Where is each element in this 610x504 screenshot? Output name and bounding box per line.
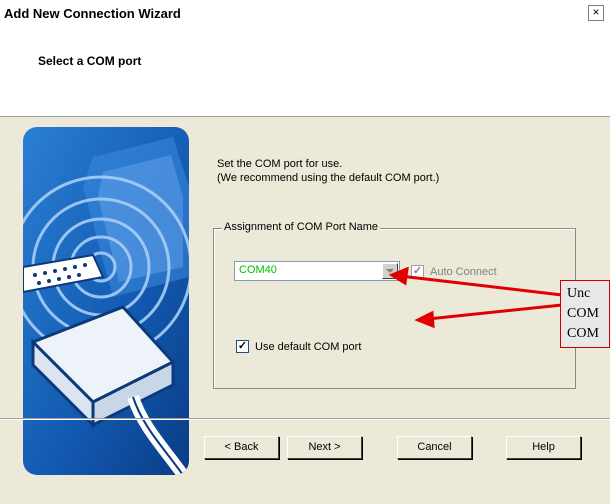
auto-connect-label: Auto Connect xyxy=(430,265,497,278)
auto-connect-row[interactable]: ✓ Auto Connect xyxy=(411,265,497,278)
instruction-line-2: (We recommend using the default COM port… xyxy=(217,172,440,184)
wizard-dialog: Add New Connection Wizard × Select a COM… xyxy=(0,0,610,504)
footer-divider xyxy=(0,418,610,420)
wizard-header: Add New Connection Wizard × Select a COM… xyxy=(0,0,610,117)
callout-line-1: Unc xyxy=(567,286,591,301)
use-default-checkbox[interactable]: ✓ xyxy=(236,340,249,353)
close-button[interactable]: × xyxy=(588,5,604,21)
cancel-button[interactable]: Cancel xyxy=(397,436,472,459)
close-icon: × xyxy=(592,5,600,19)
next-button[interactable]: Next > xyxy=(287,436,362,459)
annotation-callout: Unc COM COM xyxy=(560,280,610,348)
groupbox-legend: Assignment of COM Port Name xyxy=(222,221,381,233)
instructions: Set the COM port for use. (We recommend … xyxy=(217,157,439,185)
dropdown-button[interactable] xyxy=(382,263,398,279)
instruction-line-1: Set the COM port for use. xyxy=(217,158,343,170)
com-port-select[interactable]: COM40 xyxy=(234,261,400,281)
use-default-label: Use default COM port xyxy=(255,340,362,353)
back-button[interactable]: < Back xyxy=(204,436,279,459)
com-port-groupbox xyxy=(213,228,576,389)
auto-connect-checkbox[interactable]: ✓ xyxy=(411,265,424,278)
callout-line-2: COM xyxy=(567,306,599,321)
connection-illustration-icon xyxy=(23,127,189,475)
wizard-hero-image xyxy=(23,127,189,475)
use-default-row[interactable]: ✓ Use default COM port xyxy=(236,340,361,353)
callout-line-3: COM xyxy=(567,326,599,341)
page-subtitle: Select a COM port xyxy=(38,54,142,68)
window-title: Add New Connection Wizard xyxy=(4,6,181,21)
help-button[interactable]: Help xyxy=(506,436,581,459)
com-port-value: COM40 xyxy=(239,264,277,276)
chevron-down-icon xyxy=(386,269,394,273)
